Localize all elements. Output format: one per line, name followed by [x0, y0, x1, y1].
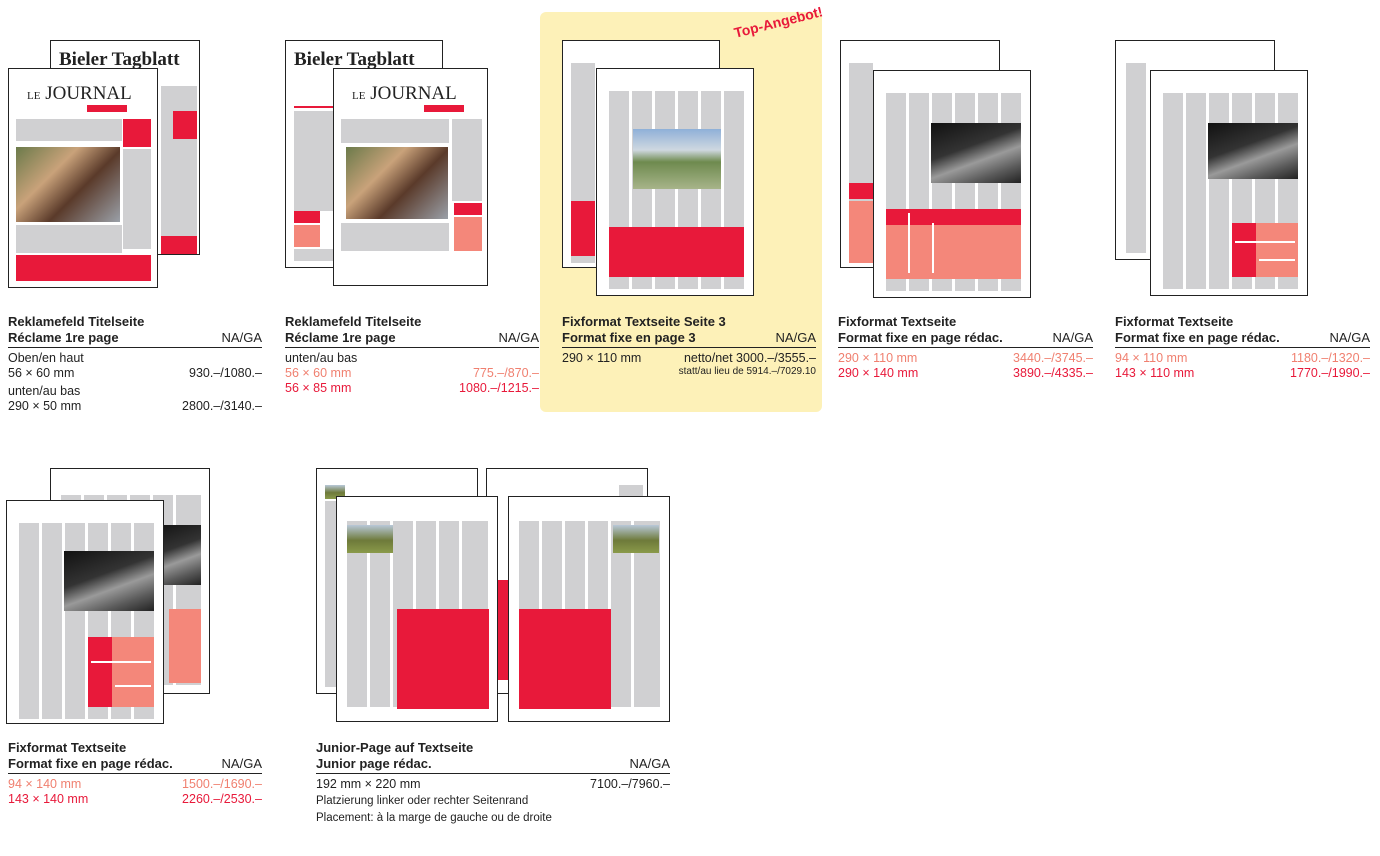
title-de: Reklamefeld Titelseite	[285, 314, 422, 329]
group-label: unten/au bas	[8, 384, 81, 398]
title-fr: Format fixe en page rédac.	[838, 330, 1003, 345]
title-fr: Format fixe en page 3	[562, 330, 696, 345]
ad-item-1-caption: Reklamefeld Titelseite Réclame 1re page N…	[8, 314, 262, 414]
size: 290 × 110 mm	[838, 351, 918, 365]
size: 56 × 60 mm	[8, 366, 75, 380]
ad-item-5-caption: Fixformat Textseite Format fixe en page …	[1115, 314, 1370, 381]
size: 143 × 110 mm	[1115, 366, 1195, 380]
title-de: Fixformat Textseite Seite 3	[562, 314, 726, 329]
price: 3440.–/3745.–	[1013, 351, 1093, 365]
ad-item-3-caption: Fixformat Textseite Seite 3 Format fixe …	[562, 314, 816, 378]
size: 192 mm × 220 mm	[316, 777, 421, 791]
photo	[16, 147, 120, 222]
front-page	[1150, 70, 1308, 296]
size: 290 × 140 mm	[838, 366, 919, 380]
photo	[347, 525, 393, 553]
title-de: Reklamefeld Titelseite	[8, 314, 145, 329]
title-de: Fixformat Textseite	[1115, 314, 1234, 329]
price: 930.–/1080.–	[189, 366, 262, 380]
group-label: Oben/en haut	[8, 351, 84, 365]
na-ga: NA/GA	[221, 756, 262, 771]
size: 290 × 110 mm	[562, 351, 642, 365]
price: 7100.–/7960.–	[590, 777, 670, 791]
title-de: Fixformat Textseite	[838, 314, 957, 329]
front-page-left	[336, 496, 498, 722]
front-page: LE JOURNAL	[333, 68, 488, 286]
ad-item-4-caption: Fixformat Textseite Format fixe en page …	[838, 314, 1093, 381]
price: 775.–/870.–	[472, 366, 539, 380]
price: 1500.–/1690.–	[182, 777, 262, 791]
price-note: statt/au lieu de 5914.–/7029.10	[678, 366, 816, 377]
na-ga: NA/GA	[1329, 330, 1370, 345]
title-de: Junior-Page auf Textseite	[316, 740, 474, 755]
size: 94 × 110 mm	[1115, 351, 1188, 365]
size: 56 × 85 mm	[285, 381, 352, 395]
price: 1180.–/1320.–	[1290, 351, 1370, 365]
price: 2800.–/3140.–	[182, 399, 262, 413]
placement-note: Placement: à la marge de gauche ou de dr…	[316, 812, 552, 824]
title-fr: Junior page rédac.	[316, 756, 432, 771]
photo	[931, 123, 1021, 183]
na-ga: NA/GA	[629, 756, 670, 771]
title-fr: Format fixe en page rédac.	[1115, 330, 1280, 345]
group-label: unten/au bas	[285, 351, 358, 365]
placement-note: Platzierung linker oder rechter Seitenra…	[316, 795, 529, 807]
size: 143 × 140 mm	[8, 792, 89, 806]
na-ga: NA/GA	[775, 330, 816, 345]
front-page-right	[508, 496, 670, 722]
front-page	[873, 70, 1031, 298]
ad-item-7-caption: Junior-Page auf Textseite Junior page ré…	[316, 740, 670, 826]
title-fr: Format fixe en page rédac.	[8, 756, 173, 771]
photo	[1208, 123, 1298, 179]
photo	[613, 525, 659, 553]
na-ga: NA/GA	[1052, 330, 1093, 345]
photo	[64, 551, 154, 611]
title-fr: Réclame 1re page	[285, 330, 396, 345]
price: 3890.–/4335.–	[1013, 366, 1093, 380]
price: 2260.–/2530.–	[182, 792, 262, 806]
size: 56 × 60 mm	[285, 366, 352, 380]
masthead-journal: LE JOURNAL	[352, 83, 457, 104]
price: netto/net 3000.–/3555.–	[683, 351, 816, 365]
title-de: Fixformat Textseite	[8, 740, 127, 755]
size: 290 × 50 mm	[8, 399, 82, 413]
price: 1080.–/1215.–	[459, 381, 539, 395]
title-fr: Réclame 1re page	[8, 330, 119, 345]
ad-item-6-caption: Fixformat Textseite Format fixe en page …	[8, 740, 262, 807]
size: 94 × 140 mm	[8, 777, 82, 791]
price: 1770.–/1990.–	[1290, 366, 1370, 380]
na-ga: NA/GA	[498, 330, 539, 345]
front-page	[596, 68, 754, 296]
front-page: LE JOURNAL	[8, 68, 158, 288]
ad-item-2-caption: Reklamefeld Titelseite Réclame 1re page N…	[285, 314, 539, 396]
photo	[633, 129, 721, 189]
na-ga: NA/GA	[221, 330, 262, 345]
front-page	[6, 500, 164, 724]
photo	[346, 147, 448, 219]
masthead-journal: LE JOURNAL	[27, 83, 132, 104]
